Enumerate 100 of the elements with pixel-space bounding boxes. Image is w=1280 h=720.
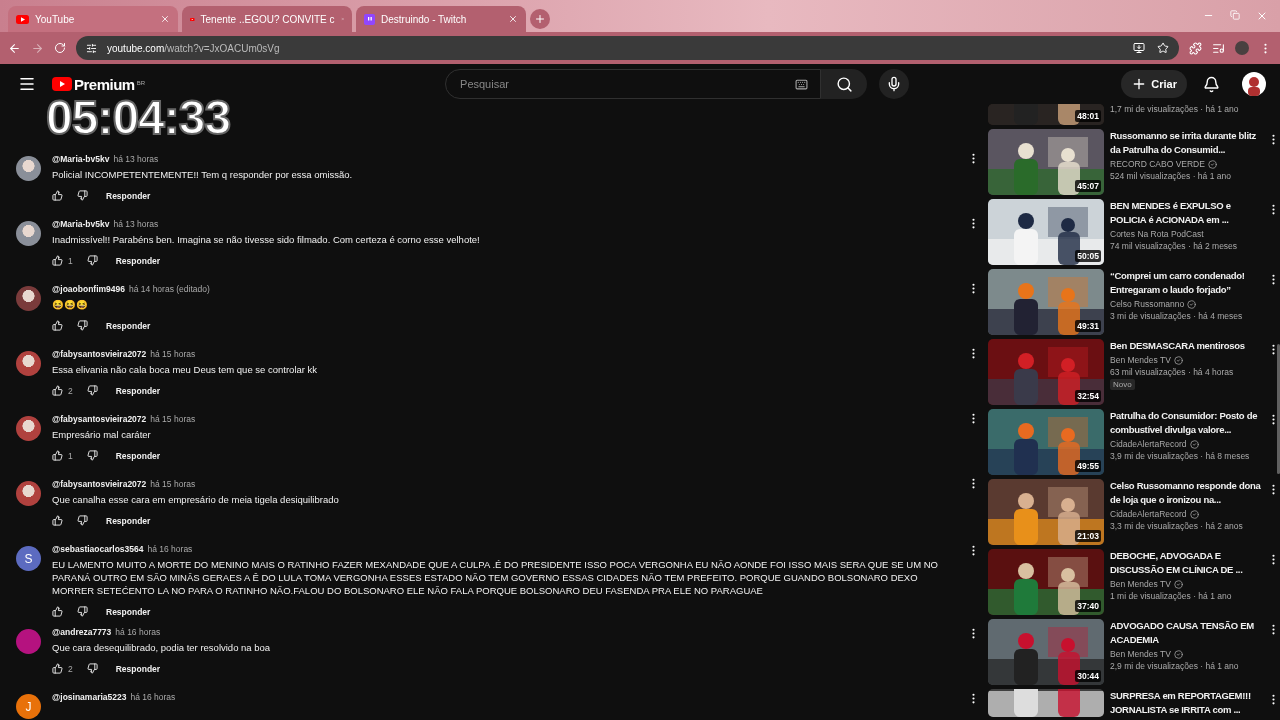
comment-author[interactable]: @andreza7773 — [52, 627, 112, 637]
video-title[interactable]: Patrulha do Consumidor: Posto de combustível divulga valore... — [1110, 409, 1261, 437]
user-avatar[interactable] — [16, 481, 41, 506]
user-avatar[interactable] — [16, 221, 41, 246]
browser-tab[interactable]: Destruindo - Twitch — [356, 6, 526, 32]
dislike-icon[interactable] — [77, 515, 88, 526]
like-icon[interactable] — [52, 606, 63, 617]
voice-search-button[interactable] — [879, 69, 910, 99]
search-field[interactable]: Pesquisar — [458, 77, 788, 91]
dislike-icon[interactable] — [77, 190, 88, 201]
video-meta: 3,3 mi de visualizações · há 2 anos — [1110, 521, 1244, 531]
like-icon[interactable] — [52, 255, 63, 266]
reply-button[interactable]: Responder — [106, 320, 151, 331]
comment-author[interactable]: @joaobonfim9496 — [52, 284, 125, 294]
channel-name[interactable]: CidadeAlertaRecord — [1110, 509, 1187, 519]
video-thumbnail[interactable]: 32:54 — [988, 339, 1104, 405]
video-title[interactable]: DEBOCHE, ADVOGADA E DISCUSSÃO EM CLÍNICA DE ... — [1110, 549, 1261, 577]
video-meta: 2,9 mi de visualizações · há 1 ano — [1110, 661, 1240, 671]
dislike-icon[interactable] — [86, 385, 98, 396]
dislike-icon[interactable] — [86, 450, 98, 461]
youtube-logo[interactable]: Premium$^{BR}$ — [52, 75, 146, 93]
video-title[interactable]: Russomanno se irrita durante blitz da Patrulha do Consumid... — [1110, 129, 1261, 157]
duration-label: 37:40 — [1075, 600, 1101, 612]
like-count: 2 — [68, 663, 73, 674]
search-button[interactable] — [821, 69, 868, 99]
menu-icon[interactable] — [18, 75, 36, 93]
account-avatar[interactable] — [1242, 72, 1266, 96]
video-title[interactable]: ADVOGADO CAUSA TENSÃO EM ACADEMIA — [1110, 619, 1261, 647]
extensions-icon[interactable] — [1189, 41, 1202, 55]
dislike-icon[interactable] — [77, 606, 88, 617]
like-count: 1 — [68, 255, 73, 266]
user-avatar[interactable] — [16, 351, 41, 376]
comment-author[interactable]: @fabysantosvieira2072 — [52, 414, 147, 424]
like-icon[interactable] — [52, 663, 63, 674]
channel-name[interactable]: RECORD CABO VERDE — [1110, 159, 1205, 169]
site-settings-icon[interactable] — [86, 42, 97, 54]
browser-tab[interactable]: Tenente ..EGOU? CONVITE c — [182, 6, 352, 32]
reply-button[interactable]: Responder — [106, 190, 151, 201]
video-thumbnail[interactable]: 30:44 — [988, 619, 1104, 685]
reply-button[interactable]: Responder — [106, 515, 151, 526]
comment-time: há 16 horas — [130, 692, 176, 702]
notifications-icon[interactable] — [1203, 75, 1220, 93]
close-icon[interactable] — [160, 14, 170, 24]
reload-icon[interactable] — [54, 42, 66, 54]
keyboard-icon[interactable] — [795, 77, 809, 91]
duration-label: 49:55 — [1075, 460, 1101, 472]
video-thumbnail[interactable]: 45:07 — [988, 129, 1104, 195]
video-title[interactable]: Celso Russomanno responde dona de loja que o ironizou na... — [1110, 479, 1261, 507]
channel-name[interactable]: Ben Mendes TV — [1110, 649, 1171, 659]
address-bar[interactable]: youtube.com/watch?v=JxOACUm0sVg — [76, 36, 1179, 60]
dislike-icon[interactable] — [86, 255, 98, 266]
reply-button[interactable]: Responder — [115, 385, 161, 396]
channel-name[interactable]: Celso Russomanno — [1110, 299, 1185, 309]
comment-author[interactable]: @Maria-bv5kv — [52, 154, 110, 164]
like-icon[interactable] — [52, 320, 63, 331]
user-avatar[interactable] — [16, 156, 41, 181]
reply-button[interactable]: Responder — [115, 450, 161, 461]
video-title[interactable]: Ben DESMASCARA mentirosos — [1110, 339, 1261, 353]
reply-button[interactable]: Responder — [106, 606, 151, 617]
channel-name[interactable]: CidadeAlertaRecord — [1110, 439, 1187, 449]
video-thumbnail[interactable]: 21:03 — [988, 479, 1104, 545]
tab-title: Tenente ..EGOU? CONVITE c — [200, 13, 335, 25]
media-icon[interactable] — [1212, 41, 1225, 55]
browser-tab[interactable]: YouTube — [8, 6, 178, 32]
plus-icon — [534, 13, 546, 25]
user-avatar[interactable] — [16, 416, 41, 441]
comment-author[interactable]: @josinamaria5223 — [52, 692, 127, 702]
like-icon[interactable] — [52, 515, 63, 526]
comment-author[interactable]: @fabysantosvieira2072 — [52, 349, 147, 359]
channel-name[interactable]: Cortes Na Rota PodCast — [1110, 229, 1204, 239]
dislike-icon[interactable] — [86, 663, 98, 674]
install-icon[interactable] — [1133, 42, 1145, 54]
video-title[interactable]: “Comprei um carro condenado! Entregaram o laudo forjado” — [1110, 269, 1261, 297]
video-title[interactable]: SURPRESA em REPORTAGEM!!! JORNALISTA se IRRITA com ... — [1110, 689, 1261, 717]
video-meta: 3 mi de visualizações · há 4 meses — [1110, 311, 1244, 321]
reply-button[interactable]: Responder — [115, 663, 161, 674]
scrollbar[interactable] — [1277, 344, 1280, 474]
comment-author[interactable]: @fabysantosvieira2072 — [52, 479, 147, 489]
channel-name[interactable]: Ben Mendes TV — [1110, 579, 1171, 589]
bookmark-icon[interactable] — [1157, 42, 1169, 54]
video-thumbnail[interactable]: 48:01 — [988, 104, 1104, 125]
duration-label: 48:01 — [1075, 110, 1101, 122]
video-thumbnail[interactable]: 37:40 — [988, 549, 1104, 615]
like-icon[interactable] — [52, 190, 63, 201]
back-icon[interactable] — [8, 41, 21, 55]
video-thumbnail[interactable]: 49:55 — [988, 409, 1104, 475]
video-thumbnail[interactable]: 49:31 — [988, 269, 1104, 335]
video-title[interactable]: BEN MENDES é EXPULSO e POLICIA é ACIONADA em ... — [1110, 199, 1261, 227]
comment-author[interactable]: @Maria-bv5kv — [52, 219, 110, 229]
close-icon[interactable] — [508, 14, 518, 24]
create-button[interactable]: Criar — [1121, 70, 1187, 98]
like-icon[interactable] — [52, 385, 63, 396]
comment-author[interactable]: @sebastiaocarlos3564 — [52, 544, 144, 554]
user-avatar[interactable] — [16, 286, 41, 311]
like-icon[interactable] — [52, 450, 63, 461]
video-thumbnail[interactable]: 50:05 — [988, 199, 1104, 265]
user-avatar[interactable]: S — [16, 546, 41, 571]
reply-button[interactable]: Responder — [115, 255, 161, 266]
dislike-icon[interactable] — [77, 320, 88, 331]
channel-name[interactable]: Ben Mendes TV — [1110, 355, 1171, 365]
